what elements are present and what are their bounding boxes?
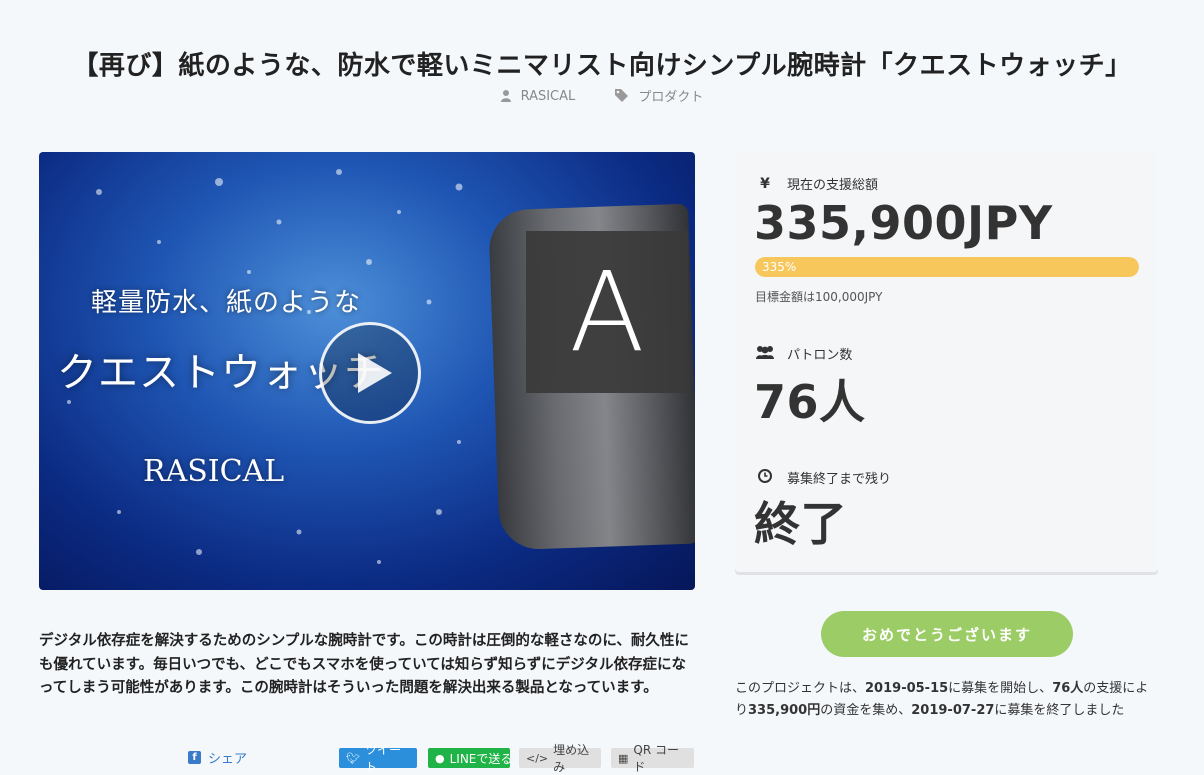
funding-progress-label: 335% [762, 260, 797, 274]
funded-label-row: ¥ 現在の支援総額 [755, 174, 879, 194]
code-icon: </> [526, 751, 549, 765]
qr-icon: ▦ [618, 751, 629, 765]
project-description: デジタル依存症を解決するためのシンプルな腕時計です。この時計は圧倒的な軽さなのに… [39, 633, 689, 696]
congrats-button[interactable]: おめでとうございます [821, 611, 1073, 657]
funding-progress-fill: 335% [755, 257, 1139, 277]
users-icon [755, 345, 775, 363]
overlay-letter: A [526, 231, 688, 393]
time-remaining: 終了 [754, 497, 847, 551]
line-share-label: LINEで送る [449, 751, 510, 766]
line-icon: ● [435, 751, 445, 765]
patrons-count: 76人 [754, 375, 866, 429]
author-name: RASICAL [520, 88, 576, 104]
funded-amount: 335,900JPY [754, 196, 1053, 250]
category-name: プロダクト [638, 90, 704, 105]
hero-brand: RASICAL [143, 454, 285, 489]
embed-button[interactable]: </> 埋め込み [519, 743, 601, 774]
author-link[interactable]: RASICAL [500, 88, 576, 104]
tag-icon [615, 89, 629, 102]
yen-icon: ¥ [760, 175, 770, 192]
facebook-share-button[interactable]: f シェア [188, 748, 247, 767]
project-meta: RASICAL プロダクト [0, 86, 1204, 106]
summary-text: に募集を開始し、 [948, 681, 1053, 696]
summary-end-date: 2019-07-27 [911, 703, 995, 718]
project-video[interactable]: 軽量防水、紙のような クエストウォッチ RASICAL A [39, 152, 695, 590]
twitter-icon: 🐦︎ [346, 751, 360, 765]
category-link[interactable]: プロダクト [615, 86, 703, 105]
goal-amount: 目標金額は100,000JPY [755, 290, 883, 304]
summary-text: に募集を終了しました [994, 703, 1125, 718]
summary-text: このプロジェクトは、 [735, 681, 866, 696]
qr-code-button[interactable]: ▦ QR コード [611, 743, 694, 774]
patrons-label: パトロン数 [787, 348, 853, 363]
funded-label: 現在の支援総額 [787, 178, 879, 193]
play-button[interactable] [319, 322, 421, 424]
page-title: 【再び】紙のような、防水で軽いミニマリスト向けシンプル腕時計「クエストウォッチ」 [72, 51, 1132, 82]
facebook-icon: f [188, 751, 201, 764]
summary-start-date: 2019-05-15 [865, 681, 949, 696]
line-share-button[interactable]: ● LINEで送る [428, 748, 510, 768]
clock-icon [755, 468, 775, 487]
time-label-row: 募集終了まで残り [755, 468, 891, 487]
project-summary: このプロジェクトは、2019-05-15に募集を開始し、76人の支援により335… [735, 678, 1155, 722]
summary-patrons: 76人 [1052, 681, 1084, 696]
patrons-label-row: パトロン数 [755, 344, 852, 363]
funding-progress-bar: 335% [755, 257, 1139, 277]
time-label: 募集終了まで残り [787, 472, 892, 487]
tweet-button[interactable]: 🐦︎ ツイート [339, 743, 417, 774]
funding-stats-panel: ¥ 現在の支援総額 335,900JPY 335% 目標金額は100,000JP… [735, 152, 1158, 572]
summary-text: の資金を集め、 [820, 703, 912, 718]
facebook-share-label: シェア [208, 752, 248, 767]
user-icon [500, 90, 511, 102]
hero-tagline: 軽量防水、紙のような [91, 288, 362, 318]
summary-amount: 335,900円 [748, 703, 821, 718]
